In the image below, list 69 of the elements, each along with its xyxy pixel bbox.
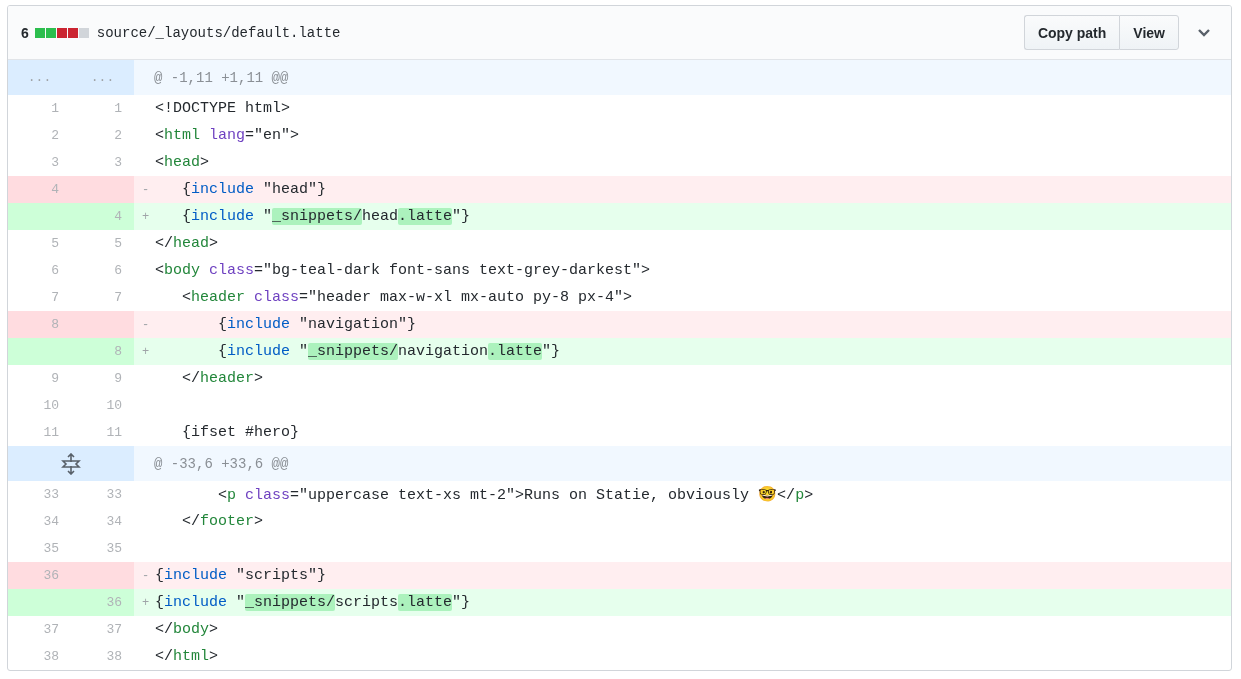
line-number: 37 [106, 622, 122, 637]
code-line: <body class="bg-teal-dark font-sans text-grey-darkest"> [155, 262, 651, 279]
line-number: 6 [51, 263, 59, 278]
line-number: 2 [114, 128, 122, 143]
line-number: 9 [114, 371, 122, 386]
hunk-header: @ -33,6 +33,6 @@ [154, 455, 289, 472]
line-number: 6 [114, 263, 122, 278]
code-line: <p class="uppercase text-xs mt-2">Runs on Statie, obviously 🤓</p> [217, 485, 814, 504]
line-number: 5 [114, 236, 122, 251]
line-number: 4 [51, 182, 59, 197]
line-number: 34 [106, 514, 122, 529]
code-line: </html> [155, 648, 219, 665]
line-number: 3 [114, 155, 122, 170]
line-number: 7 [51, 290, 59, 305]
line-number: 35 [106, 541, 122, 556]
line-number: 7 [114, 290, 122, 305]
copy-path-button[interactable]: Copy path [1023, 15, 1120, 50]
line-number: 35 [43, 541, 59, 556]
line-number: 8 [114, 344, 122, 359]
expand-button[interactable] [61, 452, 81, 475]
line-number: 33 [106, 487, 122, 502]
code-line: </header> [181, 370, 264, 387]
line-number: 33 [43, 487, 59, 502]
deletion-marker: - [142, 182, 151, 197]
ellipsis-line-number: ... [27, 70, 52, 85]
line-number: 11 [43, 425, 59, 440]
hunk-header: @ -1,11 +1,11 @@ [154, 69, 289, 86]
line-number: 38 [43, 649, 59, 664]
view-button[interactable]: View [1119, 15, 1179, 50]
line-number: 34 [43, 514, 59, 529]
code-line: {include "_snippets/head.latte"} [181, 208, 471, 225]
line-number: 10 [43, 398, 59, 413]
line-number: 1 [51, 101, 59, 116]
code-line: <header class="header max-w-xl mx-auto py-8 px-4"> [181, 289, 633, 306]
chevron-down-icon [1197, 27, 1211, 38]
change-count: 6 [21, 24, 29, 41]
code-line: </body> [155, 621, 219, 638]
code-line: {include "_snippets/navigation.latte"} [217, 343, 561, 360]
line-number: 37 [43, 622, 59, 637]
line-number: 4 [114, 209, 122, 224]
line-number: 38 [106, 649, 122, 664]
unfold-icon [61, 452, 81, 475]
line-number: 11 [106, 425, 122, 440]
code-line: <!DOCTYPE html> [155, 100, 291, 117]
addition-marker: + [142, 595, 151, 610]
line-number: 10 [106, 398, 122, 413]
line-number: 36 [106, 595, 122, 610]
code-line: </head> [155, 235, 219, 252]
code-line: {include "scripts"} [155, 567, 327, 584]
deletion-marker: - [142, 568, 151, 583]
line-number: 36 [43, 568, 59, 583]
code-line: <html lang="en"> [155, 127, 300, 144]
addition-marker: + [142, 209, 151, 224]
line-number: 5 [51, 236, 59, 251]
addition-marker: + [142, 344, 151, 359]
code-line: {include "navigation"} [217, 316, 417, 333]
line-number: 2 [51, 128, 59, 143]
file-path: source/_layouts/default.latte [96, 24, 342, 41]
line-number: 8 [51, 317, 59, 332]
code-line: </footer> [181, 513, 264, 530]
deletion-marker: - [142, 317, 151, 332]
code-line: {include "head"} [181, 181, 327, 198]
line-number: 3 [51, 155, 59, 170]
line-number: 1 [114, 101, 122, 116]
ellipsis-line-number: ... [90, 70, 115, 85]
code-line: {ifset #hero} [181, 424, 300, 441]
line-number: 9 [51, 371, 59, 386]
code-line: <head> [155, 154, 210, 171]
code-line: {include "_snippets/scripts.latte"} [155, 594, 471, 611]
